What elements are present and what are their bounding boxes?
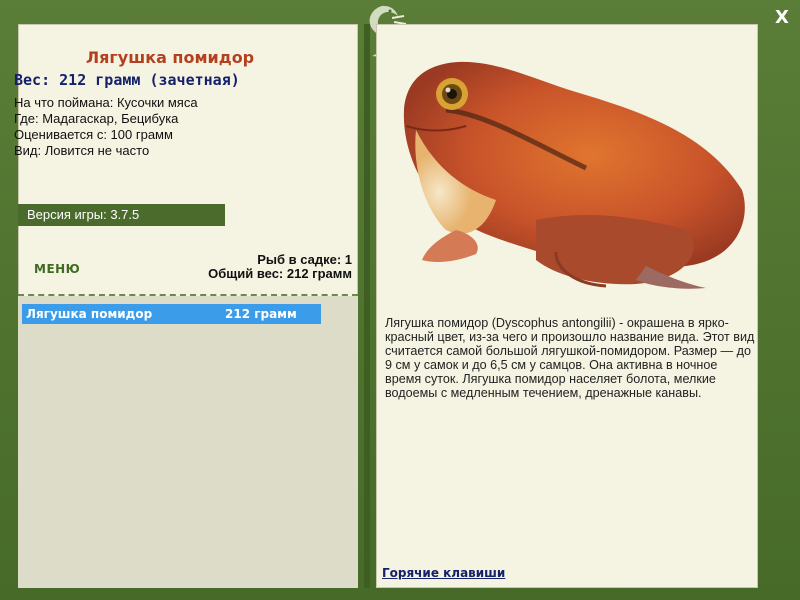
menu-button[interactable]: МЕНЮ	[34, 262, 80, 276]
fish-name-title: Лягушка помидор	[85, 48, 255, 67]
list-item-name: Лягушка помидор	[26, 307, 153, 321]
location-info: Где: Мадагаскар, Бецибука	[14, 111, 179, 126]
panel-divider	[364, 24, 370, 588]
kind-info: Вид: Ловится не часто	[14, 143, 150, 158]
hotkeys-link[interactable]: Горячие клавиши	[382, 566, 505, 580]
close-button[interactable]: X	[770, 6, 794, 30]
fish-weight: Вес: 212 грамм (зачетная)	[14, 71, 240, 89]
catch-list	[18, 296, 358, 588]
caught-on-info: На что поймана: Кусочки мяса	[14, 95, 198, 110]
list-item-weight: 212 грамм	[225, 307, 297, 321]
list-item[interactable]: Лягушка помидор 212 грамм	[22, 304, 321, 324]
version-label: Версия игры: 3.7.5	[18, 204, 225, 226]
keepnet-total-weight: Общий вес: 212 грамм	[208, 266, 352, 281]
fish-description: Лягушка помидор (Dyscophus antongilii) -…	[385, 316, 755, 400]
keepnet-count: Рыб в садке: 1	[257, 252, 352, 267]
valued-from-info: Оценивается с: 100 грамм	[14, 127, 173, 142]
tomato-frog-image	[403, 61, 745, 289]
